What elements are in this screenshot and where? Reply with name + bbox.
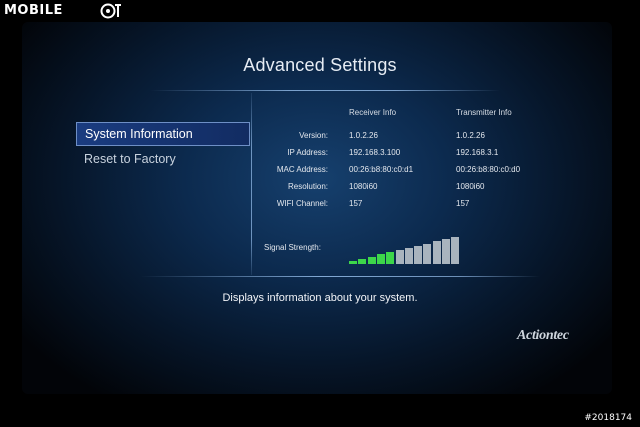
signal-strength-meter (349, 236, 460, 264)
row-label: Version: (299, 131, 328, 140)
column-header-receiver: Receiver Info (349, 108, 397, 117)
actiontec-logo: Actiontec (517, 328, 569, 343)
signal-bar (451, 237, 460, 264)
transmitter-value: 157 (456, 199, 470, 208)
help-description: Displays information about your system. (222, 292, 418, 304)
signal-bar (367, 256, 376, 264)
signal-bar (442, 239, 450, 264)
row-label: WIFI Channel: (276, 199, 328, 208)
signal-bar (404, 247, 413, 264)
watermark-brand: MOBILE (4, 3, 63, 18)
row-label: IP Address: (287, 148, 328, 157)
transmitter-value: 00:26:b8:80:c0:d0 (456, 165, 521, 174)
signal-bar (395, 250, 404, 264)
row-label: MAC Address: (276, 165, 328, 174)
signal-bar (386, 252, 395, 264)
signal-bar (349, 261, 357, 264)
transmitter-value: 1080i60 (456, 182, 485, 191)
receiver-value: 157 (349, 199, 363, 208)
page-title: Advanced Settings (243, 55, 397, 75)
row-label: Resolution: (287, 182, 328, 191)
transmitter-value: 192.168.3.1 (456, 148, 499, 157)
signal-bar (432, 241, 441, 264)
receiver-value: 192.168.3.100 (349, 148, 401, 157)
watermark-logo-icon (100, 3, 121, 19)
receiver-value: 1080i60 (349, 182, 378, 191)
signal-bar (358, 258, 367, 264)
signal-bar (423, 243, 432, 264)
watermark-id: #2018174 (584, 413, 632, 423)
receiver-value: 00:26:b8:80:c0:d1 (349, 165, 414, 174)
header-divider (150, 90, 500, 91)
footer-divider (140, 276, 540, 277)
signal-strength-label: Signal Strength: (264, 243, 321, 252)
transmitter-value: 1.0.2.26 (456, 131, 485, 140)
column-header-transmitter: Transmitter Info (456, 108, 512, 117)
signal-bar (414, 245, 423, 264)
receiver-value: 1.0.2.26 (349, 131, 378, 140)
signal-bar (376, 254, 385, 264)
